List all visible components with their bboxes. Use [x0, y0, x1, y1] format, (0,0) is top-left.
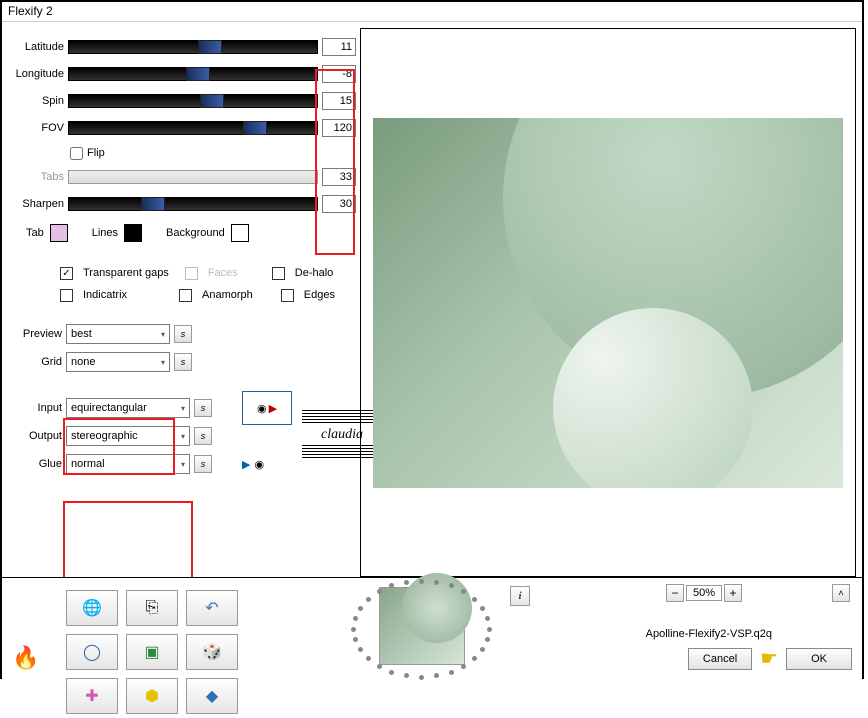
output-select-label: Output: [6, 430, 66, 442]
circle-button[interactable]: ◯: [66, 634, 118, 670]
latitude-value[interactable]: [322, 38, 356, 56]
gem-icon: ◆: [206, 686, 218, 706]
undo-icon: ↶: [205, 598, 218, 618]
dehalo-checkbox[interactable]: [272, 267, 285, 280]
copy-button[interactable]: ⎘: [126, 590, 178, 626]
latitude-label: Latitude: [6, 41, 68, 53]
ok-button[interactable]: OK: [786, 648, 852, 670]
square-button[interactable]: ▣: [126, 634, 178, 670]
edges-checkbox[interactable]: [281, 289, 294, 302]
sharpen-slider[interactable]: [68, 197, 318, 211]
grid-settings-button[interactable]: s: [174, 353, 192, 371]
undo-button[interactable]: ↶: [186, 590, 238, 626]
highlight-io: [63, 501, 193, 586]
preview-panel: [360, 28, 856, 577]
preview-image: [373, 118, 843, 488]
play-icon: ▶: [242, 458, 250, 471]
flip-checkbox[interactable]: [70, 147, 83, 160]
fire-icon[interactable]: 🔥: [12, 645, 39, 671]
background-swatch-label: Background: [166, 227, 225, 239]
globe-icon: 🌐: [82, 598, 102, 618]
lines-swatch[interactable]: [124, 224, 142, 242]
circle-icon: ◯: [83, 642, 101, 662]
info-button[interactable]: i: [510, 586, 530, 606]
transparent-gaps-label: Transparent gaps: [83, 267, 169, 279]
preview-settings-button[interactable]: s: [174, 325, 192, 343]
preview-select[interactable]: best▾: [66, 324, 170, 344]
tabs-slider[interactable]: [68, 170, 318, 184]
spin-label: Spin: [6, 95, 68, 107]
block-icon: ⬢: [145, 686, 159, 706]
flexify-window: Flexify 2 Latitude Longitude Spin FOV: [0, 0, 864, 679]
sharpen-value[interactable]: [322, 195, 356, 213]
gem-button[interactable]: ◆: [186, 678, 238, 714]
play-disc-button[interactable]: ▶◉: [242, 458, 264, 471]
longitude-slider[interactable]: [68, 67, 318, 81]
edges-label: Edges: [304, 289, 335, 301]
window-title: Flexify 2: [2, 2, 862, 22]
square-icon: ▣: [144, 642, 159, 662]
plus-icon: ✚: [85, 686, 98, 706]
copy-icon: ⎘: [146, 599, 159, 617]
dice-button[interactable]: 🎲: [186, 634, 238, 670]
longitude-value[interactable]: [322, 65, 356, 83]
lines-swatch-label: Lines: [92, 227, 118, 239]
expand-button[interactable]: ˄: [832, 584, 850, 602]
indicatrix-label: Indicatrix: [83, 289, 127, 301]
anamorph-checkbox[interactable]: [179, 289, 192, 302]
zoom-value: 50%: [686, 585, 722, 601]
fov-slider[interactable]: [68, 121, 318, 135]
glue-select[interactable]: normal▾: [66, 454, 190, 474]
anamorph-label: Anamorph: [202, 289, 253, 301]
tab-swatch[interactable]: [50, 224, 68, 242]
disc-icon: ◉: [257, 402, 267, 415]
disc-play-button[interactable]: ◉▶: [242, 391, 292, 425]
input-settings-button[interactable]: s: [194, 399, 212, 417]
plus-button[interactable]: ✚: [66, 678, 118, 714]
background-swatch[interactable]: [231, 224, 249, 242]
info-area: i − 50% + ˄ Apolline-Flexify2-VSP.q2q Ca…: [502, 578, 862, 679]
spin-value[interactable]: [322, 92, 356, 110]
output-select[interactable]: stereographic▾: [66, 426, 190, 446]
filename: Apolline-Flexify2-VSP.q2q: [646, 628, 772, 640]
play-icon: ▶: [269, 402, 277, 415]
flip-label: Flip: [87, 147, 105, 159]
glue-select-label: Glue: [6, 458, 66, 470]
chevron-up-icon: ˄: [838, 588, 843, 598]
sharpen-label: Sharpen: [6, 198, 68, 210]
transparent-gaps-checkbox[interactable]: ✓: [60, 267, 73, 280]
faces-label: Faces: [208, 267, 238, 279]
zoom-out-button[interactable]: −: [666, 584, 684, 602]
longitude-label: Longitude: [6, 68, 68, 80]
spin-slider[interactable]: [68, 94, 318, 108]
output-settings-button[interactable]: s: [194, 427, 212, 445]
disc-icon: ◉: [254, 458, 264, 471]
fov-label: FOV: [6, 122, 68, 134]
globe-button[interactable]: 🌐: [66, 590, 118, 626]
tabs-value[interactable]: [322, 168, 356, 186]
content-area: Latitude Longitude Spin FOV Fl: [2, 22, 862, 577]
preview-select-label: Preview: [6, 328, 66, 340]
zoom-in-button[interactable]: +: [724, 584, 742, 602]
dice-icon: 🎲: [202, 642, 222, 662]
latitude-slider[interactable]: [68, 40, 318, 54]
tabs-label: Tabs: [6, 171, 68, 183]
cancel-button[interactable]: Cancel: [688, 648, 752, 670]
fov-value[interactable]: [322, 119, 356, 137]
dehalo-label: De-halo: [295, 267, 334, 279]
thumbnail[interactable]: [379, 587, 465, 665]
indicatrix-checkbox[interactable]: [60, 289, 73, 302]
block-button[interactable]: ⬢: [126, 678, 178, 714]
grid-select-label: Grid: [6, 356, 66, 368]
input-select-label: Input: [6, 402, 66, 414]
grid-select[interactable]: none▾: [66, 352, 170, 372]
bottom-bar: 🌐 ⎘ ↶ ◯ ▣ 🎲 ✚ ⬢ ◆ 🔥 i − 50% +: [2, 577, 862, 679]
controls-panel: Latitude Longitude Spin FOV Fl: [2, 22, 360, 577]
input-select[interactable]: equirectangular▾: [66, 398, 190, 418]
glue-settings-button[interactable]: s: [194, 455, 212, 473]
hand-pointer-icon: ☛: [760, 646, 778, 671]
tab-swatch-label: Tab: [26, 227, 44, 239]
faces-checkbox: [185, 267, 198, 280]
thumbnail-zone: [342, 578, 502, 679]
